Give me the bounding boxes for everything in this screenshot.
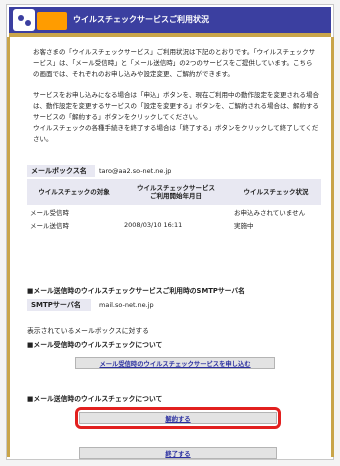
window-frame: ウイルスチェックサービスご利用状況 お客さまの「ウイルスチェックサービス」ご利用…	[6, 4, 334, 460]
row-target: メール受信時	[30, 208, 69, 217]
row-target: メール送信時	[30, 221, 69, 230]
row-status: お申込みされていません	[234, 208, 306, 217]
row-start-date: 2008/03/10 16:11	[124, 220, 183, 229]
table-row: メール受信時 お申込みされていません	[27, 205, 321, 218]
apply-receive-check-button[interactable]: メール受信時のウイルスチェックサービスを申し込む	[75, 357, 275, 369]
main-content: お客さまの「ウイルスチェックサービス」ご利用状況は下記のとおりです。「ウイルスチ…	[11, 39, 329, 459]
status-table: ウイルスチェックの対象 ウイルスチェックサービス ご利用開始年月日 ウイルスチェ…	[27, 179, 321, 231]
actions-lead-text: 表示されているメールボックスに対する	[27, 327, 149, 335]
mailbox-label: メールボックス名	[27, 165, 95, 177]
smtp-value: mail.so-net.ne.jp	[99, 301, 154, 309]
page-title: ウイルスチェックサービスご利用状況	[73, 15, 209, 24]
finish-button[interactable]: 終了する	[79, 447, 277, 459]
header-accent-bar	[9, 33, 331, 37]
smtp-row: SMTPサーバ名 mail.so-net.ne.jp	[27, 299, 321, 311]
smtp-label: SMTPサーバ名	[27, 299, 91, 311]
table-row: メール送信時 2008/03/10 16:11 実施中	[27, 218, 321, 231]
mailbox-row: メールボックス名 taro@aa2.so-net.ne.jp	[27, 165, 321, 177]
so-net-logo	[13, 9, 69, 31]
column-header-start-date: ウイルスチェックサービス ご利用開始年月日	[121, 179, 231, 205]
intro-text: お客さまの「ウイルスチェックサービス」ご利用状況は下記のとおりです。「ウイルスチ…	[33, 47, 319, 155]
send-section-heading: ■メール送信時のウイルスチェックについて	[27, 395, 163, 403]
column-header-target: ウイルスチェックの対象	[27, 179, 121, 205]
intro-paragraph-2: サービスをお申し込みになる場合は「申込」ボタンを、現在ご利用中の動作設定を変更さ…	[33, 91, 319, 121]
cancel-send-check-button[interactable]: 解約する	[79, 412, 277, 424]
right-border	[331, 37, 334, 457]
row-status: 実施中	[234, 221, 254, 230]
smtp-section-title: ■メール送信時のウイルスチェックサービスご利用時のSMTPサーバ名	[27, 287, 245, 295]
intro-paragraph-1: お客さまの「ウイルスチェックサービス」ご利用状況は下記のとおりです。「ウイルスチ…	[33, 48, 316, 78]
page-header: ウイルスチェックサービスご利用状況	[9, 7, 331, 33]
row-start-date	[121, 205, 231, 218]
table-header-row: ウイルスチェックの対象 ウイルスチェックサービス ご利用開始年月日 ウイルスチェ…	[27, 179, 321, 205]
mailbox-value: taro@aa2.so-net.ne.jp	[99, 167, 172, 175]
column-header-status: ウイルスチェック状況	[231, 179, 321, 205]
intro-paragraph-3: ウイルスチェックの各種手続きを終了する場合は「終了する」ボタンをクリックして終了…	[33, 124, 319, 143]
receive-section-heading: ■メール受信時のウイルスチェックについて	[27, 341, 163, 349]
left-border	[7, 37, 10, 457]
